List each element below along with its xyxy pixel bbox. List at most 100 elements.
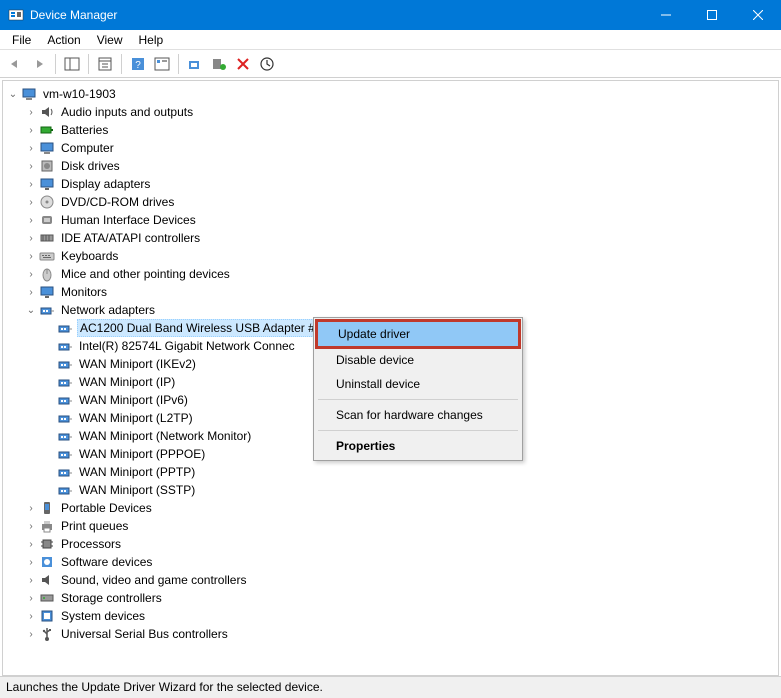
expander-icon[interactable]: › [25, 196, 37, 208]
expander-icon[interactable]: › [25, 160, 37, 172]
ctx-disable-device[interactable]: Disable device [316, 348, 520, 372]
category-label[interactable]: DVD/CD-ROM drives [59, 194, 176, 210]
category-label[interactable]: Display adapters [59, 176, 152, 192]
action-button[interactable] [151, 53, 173, 75]
category-label[interactable]: Universal Serial Bus controllers [59, 626, 230, 642]
tree-category[interactable]: › Universal Serial Bus controllers [5, 625, 776, 643]
show-hide-tree-button[interactable] [61, 53, 83, 75]
tree-category[interactable]: › Disk drives [5, 157, 776, 175]
tree-category[interactable]: › Mice and other pointing devices [5, 265, 776, 283]
tree-content[interactable]: ⌄ vm-w10-1903 › Audio inputs and outputs › Ba… [2, 80, 779, 676]
category-label[interactable]: Sound, video and game controllers [59, 572, 248, 588]
uninstall-button[interactable] [232, 53, 254, 75]
disk-icon [39, 158, 55, 174]
expander-icon[interactable]: › [25, 502, 37, 514]
expander-icon[interactable]: › [25, 106, 37, 118]
tree-category[interactable]: › Processors [5, 535, 776, 553]
device-label[interactable]: WAN Miniport (PPTP) [77, 464, 197, 480]
expander-icon[interactable]: › [25, 538, 37, 550]
expander-icon[interactable]: › [25, 232, 37, 244]
tree-category[interactable]: › Storage controllers [5, 589, 776, 607]
toolbar-separator [121, 54, 122, 74]
category-label[interactable]: Software devices [59, 554, 154, 570]
tree-category[interactable]: › Software devices [5, 553, 776, 571]
expander-icon[interactable]: › [25, 574, 37, 586]
device-label[interactable]: WAN Miniport (IPv6) [77, 392, 190, 408]
expander-icon[interactable]: › [25, 250, 37, 262]
expander-icon[interactable]: › [25, 520, 37, 532]
category-label[interactable]: Computer [59, 140, 116, 156]
expander-icon[interactable]: ⌄ [7, 88, 19, 100]
category-label[interactable]: Keyboards [59, 248, 120, 264]
device-label[interactable]: AC1200 Dual Band Wireless USB Adapter #2 [77, 319, 324, 337]
disable-button[interactable] [256, 53, 278, 75]
tree-category[interactable]: › Computer [5, 139, 776, 157]
tree-device[interactable]: WAN Miniport (PPTP) [5, 463, 776, 481]
category-label[interactable]: System devices [59, 608, 147, 624]
maximize-button[interactable] [689, 0, 735, 30]
ctx-uninstall-device[interactable]: Uninstall device [316, 372, 520, 396]
root-label[interactable]: vm-w10-1903 [41, 86, 118, 102]
expander-icon[interactable]: › [25, 592, 37, 604]
forward-button[interactable] [28, 53, 50, 75]
tree-category[interactable]: › Keyboards [5, 247, 776, 265]
category-label[interactable]: Monitors [59, 284, 109, 300]
device-label[interactable]: WAN Miniport (SSTP) [77, 482, 197, 498]
cpu-icon [39, 536, 55, 552]
tree-category[interactable]: › Human Interface Devices [5, 211, 776, 229]
category-label[interactable]: Mice and other pointing devices [59, 266, 232, 282]
device-label[interactable]: WAN Miniport (Network Monitor) [77, 428, 253, 444]
ctx-scan-hardware[interactable]: Scan for hardware changes [316, 403, 520, 427]
device-label[interactable]: WAN Miniport (IKEv2) [77, 356, 198, 372]
category-label[interactable]: Audio inputs and outputs [59, 104, 195, 120]
device-label[interactable]: WAN Miniport (IP) [77, 374, 177, 390]
tree-category[interactable]: › Batteries [5, 121, 776, 139]
close-button[interactable] [735, 0, 781, 30]
tree-category[interactable]: › Display adapters [5, 175, 776, 193]
expander-icon[interactable]: ⌄ [25, 304, 37, 316]
category-label[interactable]: Disk drives [59, 158, 122, 174]
tree-device[interactable]: WAN Miniport (SSTP) [5, 481, 776, 499]
category-label[interactable]: Processors [59, 536, 123, 552]
ctx-update-driver[interactable]: Update driver [315, 319, 521, 349]
back-button[interactable] [4, 53, 26, 75]
expander-icon[interactable]: › [25, 124, 37, 136]
expander-icon[interactable]: › [25, 268, 37, 280]
device-label[interactable]: WAN Miniport (L2TP) [77, 410, 195, 426]
category-label[interactable]: Human Interface Devices [59, 212, 198, 228]
expander-icon[interactable]: › [25, 142, 37, 154]
tree-category[interactable]: › IDE ATA/ATAPI controllers [5, 229, 776, 247]
tree-category[interactable]: › Sound, video and game controllers [5, 571, 776, 589]
category-label[interactable]: IDE ATA/ATAPI controllers [59, 230, 202, 246]
minimize-button[interactable] [643, 0, 689, 30]
menu-action[interactable]: Action [39, 31, 88, 49]
scan-hardware-button[interactable] [208, 53, 230, 75]
expander-icon[interactable]: › [25, 214, 37, 226]
expander-icon[interactable]: › [25, 556, 37, 568]
menu-file[interactable]: File [4, 31, 39, 49]
tree-category[interactable]: › System devices [5, 607, 776, 625]
tree-category[interactable]: › Print queues [5, 517, 776, 535]
menu-view[interactable]: View [89, 31, 131, 49]
expander-icon[interactable]: › [25, 286, 37, 298]
category-label[interactable]: Network adapters [59, 302, 157, 318]
category-label[interactable]: Portable Devices [59, 500, 154, 516]
ctx-properties[interactable]: Properties [316, 434, 520, 458]
help-button[interactable]: ? [127, 53, 149, 75]
tree-category[interactable]: › DVD/CD-ROM drives [5, 193, 776, 211]
expander-icon[interactable]: › [25, 628, 37, 640]
menu-help[interactable]: Help [131, 31, 172, 49]
expander-icon[interactable]: › [25, 610, 37, 622]
device-label[interactable]: WAN Miniport (PPPOE) [77, 446, 207, 462]
category-label[interactable]: Print queues [59, 518, 130, 534]
expander-icon[interactable]: › [25, 178, 37, 190]
device-label[interactable]: Intel(R) 82574L Gigabit Network Connec [77, 338, 297, 354]
update-driver-button[interactable] [184, 53, 206, 75]
category-label[interactable]: Storage controllers [59, 590, 164, 606]
tree-category[interactable]: › Portable Devices [5, 499, 776, 517]
tree-category[interactable]: › Monitors [5, 283, 776, 301]
tree-category[interactable]: › Audio inputs and outputs [5, 103, 776, 121]
tree-root[interactable]: ⌄ vm-w10-1903 [5, 85, 776, 103]
category-label[interactable]: Batteries [59, 122, 110, 138]
properties-button[interactable] [94, 53, 116, 75]
